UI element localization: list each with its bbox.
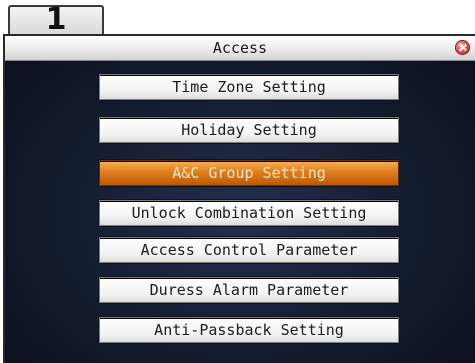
step-number: 1 [45, 2, 67, 37]
menu-item-unlock-combination-setting[interactable]: Unlock Combination Setting [99, 200, 399, 226]
device-screen: Access Time Zone Setting Holiday Setting… [3, 34, 475, 363]
close-icon[interactable] [456, 41, 469, 54]
window-title: Access [212, 39, 268, 57]
title-bar: Access [5, 36, 475, 61]
menu-item-ac-group-setting[interactable]: A&C Group Setting [99, 160, 399, 186]
menu-item-anti-passback-setting[interactable]: Anti-Passback Setting [99, 317, 399, 343]
menu-item-time-zone-setting[interactable]: Time Zone Setting [99, 74, 399, 100]
menu-item-holiday-setting[interactable]: Holiday Setting [99, 117, 399, 143]
menu-item-duress-alarm-parameter[interactable]: Duress Alarm Parameter [99, 277, 399, 303]
menu-item-access-control-parameter[interactable]: Access Control Parameter [99, 237, 399, 263]
